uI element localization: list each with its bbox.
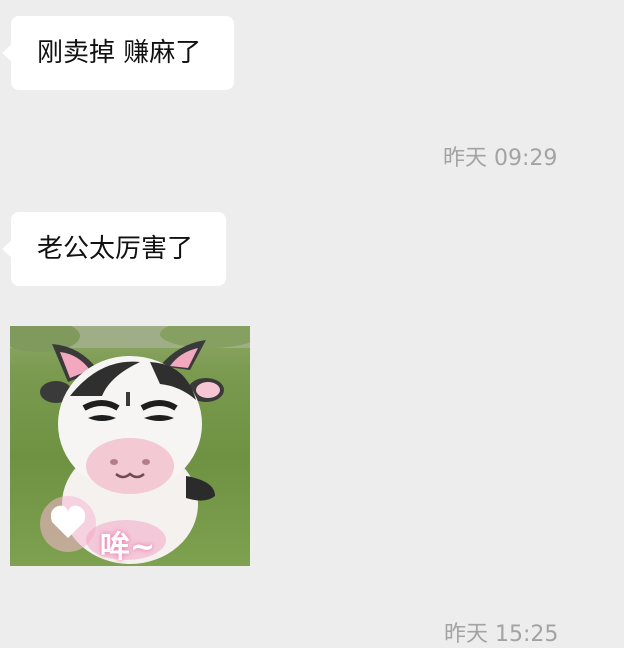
incoming-message-bubble[interactable]: 刚卖掉 赚麻了 <box>2 16 234 90</box>
message-text: 刚卖掉 赚麻了 <box>37 38 202 68</box>
message-text: 老公太厉害了 <box>37 234 194 264</box>
message-timestamp: 昨天 15:25 <box>444 622 559 647</box>
sticker-caption: 哞~ <box>100 530 156 565</box>
message-timestamp: 昨天 09:29 <box>443 146 558 171</box>
incoming-message-bubble[interactable]: 老公太厉害了 <box>2 212 226 286</box>
cow-sticker-message[interactable]: 哞~ <box>10 326 250 566</box>
